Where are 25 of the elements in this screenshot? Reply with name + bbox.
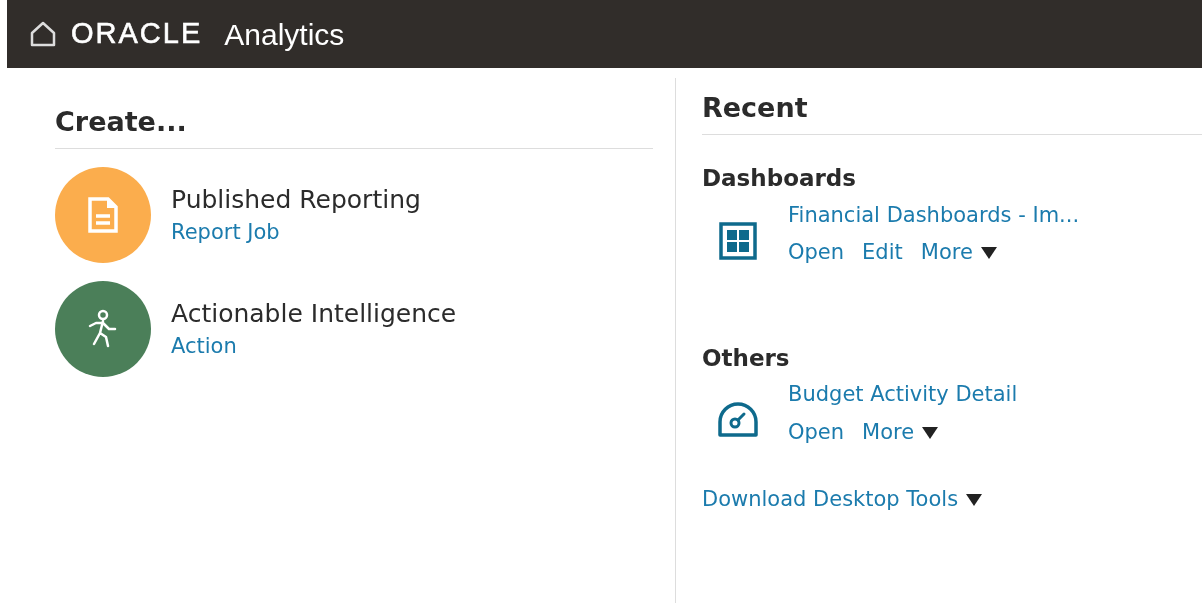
item-link[interactable]: Report Job <box>171 220 280 245</box>
item-title: Published Reporting <box>171 184 421 217</box>
item-title: Actionable Intelligence <box>171 298 457 331</box>
oracle-logo: ORACLE <box>71 16 203 52</box>
caret-icon <box>980 247 997 260</box>
section-heading: Create... <box>55 106 653 150</box>
item-command-link[interactable]: Open <box>788 237 845 269</box>
item-name-link[interactable]: Budget Activity Detail <box>788 382 1018 407</box>
home-icon[interactable] <box>29 20 57 48</box>
dashboard-grid-icon <box>719 221 757 260</box>
section-title: Dashboards <box>702 164 857 194</box>
product-title: Analytics <box>224 16 345 53</box>
caret-icon <box>922 426 939 439</box>
item-command-link[interactable]: More <box>862 416 939 449</box>
document-icon <box>88 197 118 234</box>
item-command-link[interactable]: More <box>920 237 997 269</box>
caret-icon <box>966 494 983 507</box>
gauge-icon <box>717 401 759 440</box>
download-link[interactable]: Download Desktop Tools <box>702 484 983 516</box>
item-link[interactable]: Action <box>171 334 237 359</box>
section-heading: Recent <box>702 92 1202 136</box>
item-name-link[interactable]: Financial Dashboards - Im... <box>788 202 1080 227</box>
item-command-link[interactable]: Open <box>788 416 845 449</box>
item-command-link[interactable]: Edit <box>862 237 903 269</box>
section-title: Others <box>702 343 791 373</box>
